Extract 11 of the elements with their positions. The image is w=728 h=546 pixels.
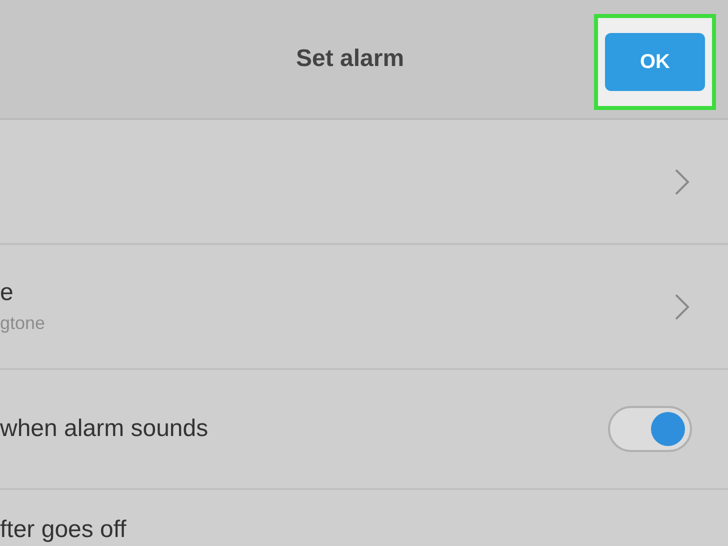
screen-title: Set alarm bbox=[296, 45, 404, 73]
row-subtitle: gtone bbox=[0, 313, 46, 334]
row-title: when alarm sounds bbox=[0, 415, 210, 443]
chevron-icon bbox=[674, 168, 690, 196]
toggle-switch[interactable] bbox=[608, 406, 692, 452]
settings-row[interactable]: when alarm sounds bbox=[0, 370, 728, 490]
settings-row[interactable]: fter goes off bbox=[0, 490, 728, 546]
row-title: e bbox=[0, 279, 14, 307]
chevron-icon bbox=[674, 292, 690, 320]
settings-row[interactable]: e gtone bbox=[0, 245, 728, 370]
row-title: fter goes off bbox=[0, 516, 128, 544]
